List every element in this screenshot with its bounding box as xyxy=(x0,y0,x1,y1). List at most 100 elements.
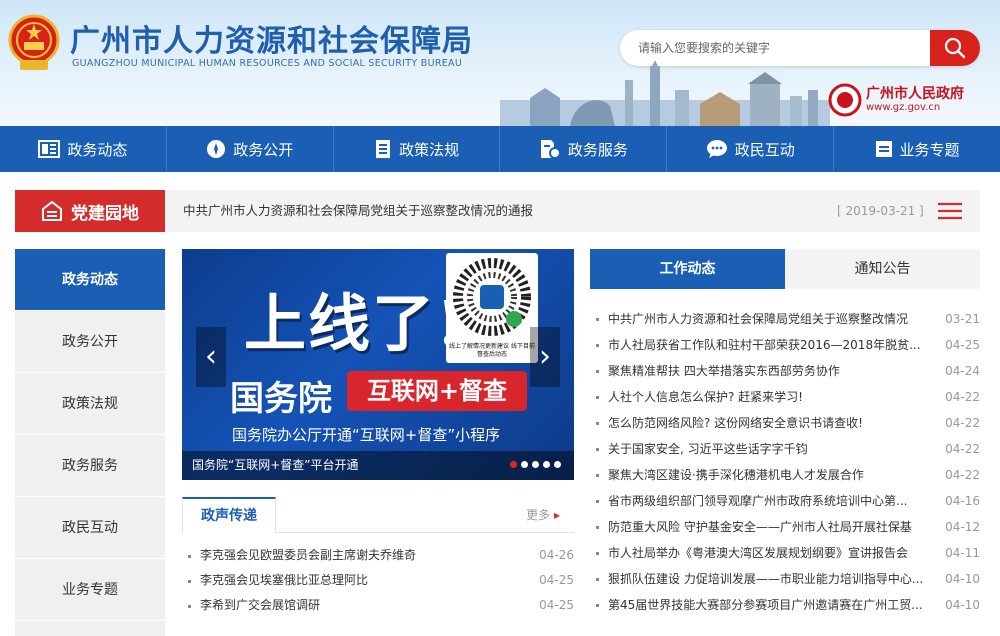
sidebar-item-topics[interactable]: 业务专题 xyxy=(15,559,165,621)
sidebar-item-interaction[interactable]: 政民互动 xyxy=(15,497,165,559)
more-label: 更多 xyxy=(526,508,551,522)
list-item[interactable]: 聚焦精准帮扶 四大举措落实东西部劳务协作 04-24 xyxy=(590,358,980,384)
banner-carousel[interactable]: 上线了! 线上了解情况更新建议 线下目前督查后动态 国务院 互联网+督查 国务院… xyxy=(182,249,574,480)
party-headline-date: [ 2019-03-21 ] xyxy=(837,204,924,218)
service-icon xyxy=(540,140,561,159)
tab-notices[interactable]: 通知公告 xyxy=(785,249,980,289)
tab-work-news[interactable]: 工作动态 xyxy=(590,249,785,289)
list-item-title: 市人社局获省工作队和驻村干部荣获2016—2018年脱贫... xyxy=(608,338,921,352)
document-icon xyxy=(376,140,391,158)
list-item-title: 狠抓队伍建设 力促培训发展——市职业能力培训指导中心... xyxy=(608,572,924,586)
list-item[interactable]: 李希到广交会展馆调研 04-25 xyxy=(182,593,574,618)
list-item[interactable]: 人社个人信息怎么保护? 赶紧来学习! 04-22 xyxy=(590,384,980,410)
banner-headline: 上线了! xyxy=(244,287,466,360)
compass-icon xyxy=(207,140,226,158)
gov-logo-name: 广州市人民政府 xyxy=(866,86,964,102)
work-news-panel: 工作动态 通知公告 中共广州市人力资源和社会保障局党组关于巡察整改情况 03-21… xyxy=(590,249,980,636)
qr-caption: 线上了解情况更新建议 线下目前督查后动态 xyxy=(449,343,535,358)
sidebar-item-open-affairs[interactable]: 政务公开 xyxy=(15,311,165,373)
list-item[interactable]: 中共广州市人力资源和社会保障局党组关于巡察整改情况 03-21 xyxy=(590,306,980,332)
carousel-dots xyxy=(510,461,565,468)
list-item[interactable]: 李克强会见欧盟委员会副主席谢夫乔维奇 04-26 xyxy=(182,543,574,568)
list-item[interactable]: 第45届世界技能大赛部分参赛项目广州邀请赛在广州工贸... 04-10 xyxy=(590,592,980,618)
nav-item-news[interactable]: 政务动态 xyxy=(0,126,167,172)
list-item-date: 03-21 xyxy=(945,312,980,326)
city-skyline-illustration xyxy=(500,60,830,126)
list-item-date: 04-11 xyxy=(945,546,980,560)
carousel-dot[interactable] xyxy=(543,461,550,468)
list-item[interactable]: 关于国家安全, 习近平这些话字字千钧 04-22 xyxy=(590,436,980,462)
list-item-date: 04-10 xyxy=(945,572,980,586)
carousel-dot[interactable] xyxy=(510,461,517,468)
nav-label: 业务专题 xyxy=(899,140,960,159)
carousel-next-button[interactable]: › xyxy=(530,327,560,387)
list-item-title: 聚焦大湾区建设·携手深化穗港机电人才发展合作 xyxy=(608,468,864,482)
list-item[interactable]: 李克强会见埃塞俄比亚总理阿比 04-25 xyxy=(182,568,574,593)
party-building-badge[interactable]: 党建园地 xyxy=(15,190,165,232)
gov-logo-url: www.gz.gov.cn xyxy=(866,102,941,113)
more-link[interactable]: 更多 ▸ xyxy=(526,497,560,533)
list-item[interactable]: 防范重大风险 守护基金安全——广州市人社局开展社保基 04-12 xyxy=(590,514,980,540)
list-item-date: 04-16 xyxy=(945,494,980,508)
banner-tag: 互联网+督查 xyxy=(347,371,527,411)
list-item-date: 04-25 xyxy=(945,338,980,352)
list-item-title: 第45届世界技能大赛部分参赛项目广州邀请赛在广州工贸... xyxy=(608,598,923,612)
news-icon xyxy=(38,140,61,158)
list-item[interactable]: 市人社局举办《粤港澳大湾区发展规划纲要》宣讲报告会 04-11 xyxy=(590,540,980,566)
list-item-title: 怎么防范网络风险? 这份网络安全意识书请查收! xyxy=(608,416,863,430)
carousel-dot[interactable] xyxy=(554,461,561,468)
more-arrow-icon: ▸ xyxy=(553,508,560,522)
list-item[interactable]: 狠抓队伍建设 力促培训发展——市职业能力培训指导中心... 04-10 xyxy=(590,566,980,592)
list-item[interactable]: 市人社局获省工作队和驻村干部荣获2016—2018年脱贫... 04-25 xyxy=(590,332,980,358)
qr-code-icon xyxy=(453,258,531,336)
chat-icon xyxy=(706,140,727,158)
main-nav: 政务动态 政务公开 政策法规 政务服务 政民互动 业务专题 xyxy=(0,126,1000,172)
nav-label: 政民互动 xyxy=(734,140,795,159)
list-item-title: 李克强会见欧盟委员会副主席谢夫乔维奇 xyxy=(200,548,417,562)
list-item-date: 04-24 xyxy=(945,364,980,378)
gov-voice-list: 李克强会见欧盟委员会副主席谢夫乔维奇 04-26 李克强会见埃塞俄比亚总理阿比 04… xyxy=(182,543,574,618)
gz-government-logo[interactable]: 广州市人民政府 www.gz.gov.cn xyxy=(828,80,978,120)
nav-item-topics[interactable]: 业务专题 xyxy=(834,126,1000,172)
carousel-dot[interactable] xyxy=(521,461,528,468)
building-icon xyxy=(42,200,62,221)
nav-item-policy[interactable]: 政策法规 xyxy=(334,126,501,172)
party-headline-link[interactable]: 中共广州市人力资源和社会保障局党组关于巡察整改情况的通报 xyxy=(183,190,533,232)
topic-icon xyxy=(875,141,892,157)
list-item[interactable]: 怎么防范网络风险? 这份网络安全意识书请查收! 04-22 xyxy=(590,410,980,436)
list-item-date: 04-25 xyxy=(539,573,574,587)
nav-item-open-affairs[interactable]: 政务公开 xyxy=(167,126,334,172)
list-item-date: 04-10 xyxy=(945,598,980,612)
list-item[interactable]: 聚焦大湾区建设·携手深化穗港机电人才发展合作 04-22 xyxy=(590,462,980,488)
list-item[interactable]: 省市两级组织部门领导观摩广州市政府系统培训中心第... 04-16 xyxy=(590,488,980,514)
list-item-date: 04-22 xyxy=(945,416,980,430)
side-nav: 政务动态 政务公开 政策法规 政务服务 政民互动 业务专题 xyxy=(15,249,165,636)
party-badge-label: 党建园地 xyxy=(71,203,139,224)
party-building-bar: 党建园地 中共广州市人力资源和社会保障局党组关于巡察整改情况的通报 [ 2019… xyxy=(15,190,980,232)
national-emblem-icon xyxy=(8,14,60,70)
list-item-date: 04-22 xyxy=(945,442,980,456)
list-item-title: 市人社局举办《粤港澳大湾区发展规划纲要》宣讲报告会 xyxy=(608,546,909,560)
list-item-date: 04-25 xyxy=(539,598,574,612)
banner-caption[interactable]: 国务院“互联网+督查”平台开通 xyxy=(192,451,359,480)
nav-label: 政务公开 xyxy=(233,140,294,159)
nav-label: 政策法规 xyxy=(399,140,460,159)
gov-voice-panel: 政声传递 更多 ▸ 李克强会见欧盟委员会副主席谢夫乔维奇 04-26 李克强会见埃… xyxy=(182,497,574,636)
sidebar-item-news[interactable]: 政务动态 xyxy=(15,249,165,311)
list-item-title: 中共广州市人力资源和社会保障局党组关于巡察整改情况 xyxy=(608,312,909,326)
carousel-prev-button[interactable]: ‹ xyxy=(196,327,226,387)
work-news-list: 中共广州市人力资源和社会保障局党组关于巡察整改情况 03-21 市人社局获省工作队… xyxy=(590,306,980,618)
nav-item-interaction[interactable]: 政民互动 xyxy=(667,126,835,172)
list-item-title: 李希到广交会展馆调研 xyxy=(200,598,321,612)
carousel-dot[interactable] xyxy=(532,461,539,468)
list-item-date: 04-12 xyxy=(945,520,980,534)
list-item-title: 省市两级组织部门领导观摩广州市政府系统培训中心第... xyxy=(608,494,908,508)
sidebar-item-services[interactable]: 政务服务 xyxy=(15,435,165,497)
list-menu-icon[interactable] xyxy=(937,201,963,221)
work-tabs: 工作动态 通知公告 xyxy=(590,249,980,289)
site-header: 广州市人力资源和社会保障局 GUANGZHOU MUNICIPAL HUMAN … xyxy=(0,0,1000,126)
search-button[interactable] xyxy=(930,30,980,66)
sidebar-item-policy[interactable]: 政策法规 xyxy=(15,373,165,435)
nav-item-services[interactable]: 政务服务 xyxy=(500,126,668,172)
tab-gov-voice[interactable]: 政声传递 xyxy=(182,497,276,534)
